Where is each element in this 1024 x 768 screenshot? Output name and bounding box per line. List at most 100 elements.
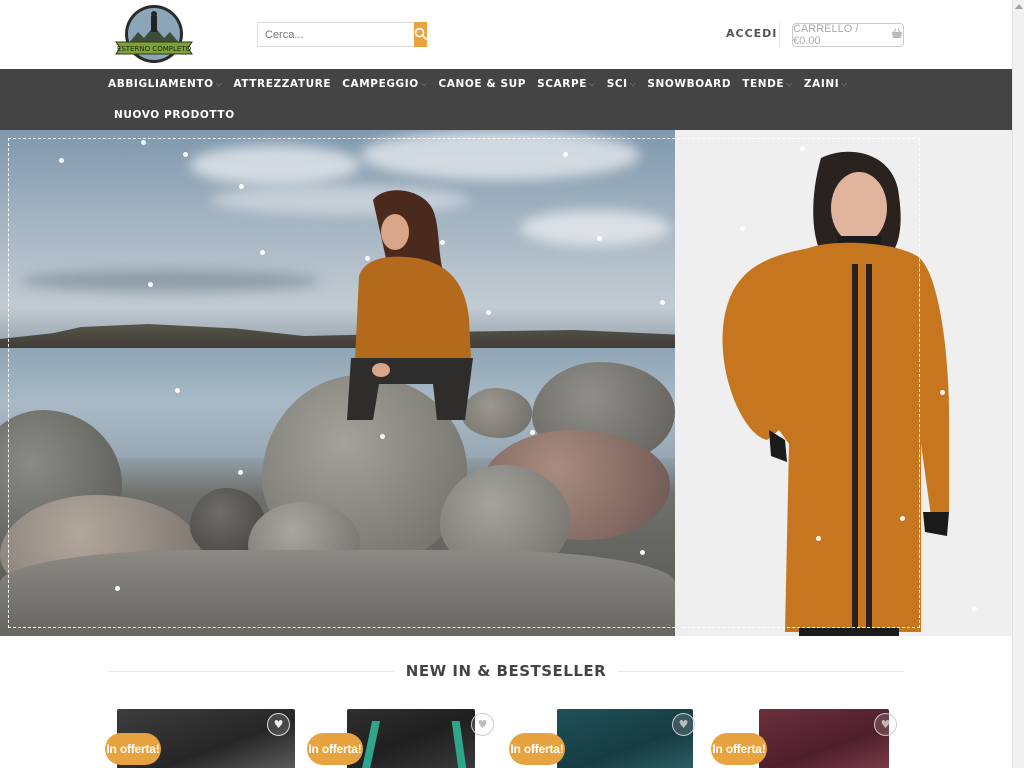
chevron-down-icon: ⌵	[629, 79, 637, 88]
nav-item-tende[interactable]: TENDE ⌵	[742, 76, 793, 92]
snowflake	[972, 606, 977, 611]
chevron-down-icon: ⌵	[786, 79, 793, 88]
search-icon	[414, 27, 427, 43]
hero-image-coast	[0, 130, 675, 636]
product-card[interactable]: ♥ In offerta!	[509, 709, 699, 768]
hero-banner[interactable]	[0, 130, 1012, 636]
cloud	[520, 210, 670, 246]
snowflake	[740, 226, 745, 231]
cart-label: CARRELLO / €0.00	[793, 23, 859, 47]
wishlist-button[interactable]: ♥	[672, 713, 695, 736]
cloud	[360, 130, 640, 180]
snowflake	[183, 152, 188, 157]
sale-badge: In offerta!	[509, 733, 565, 765]
hero-image-coat	[675, 130, 1012, 636]
snowflake	[597, 236, 602, 241]
nav-item-abbigliamento[interactable]: ABBIGLIAMENTO ⌵	[108, 76, 222, 92]
nav-item-campeggio[interactable]: CAMPEGGIO ⌵	[342, 76, 427, 92]
header-divider	[779, 20, 780, 48]
snowflake	[365, 256, 370, 261]
cloud	[190, 145, 360, 185]
chevron-down-icon: ⌵	[215, 79, 223, 88]
nav-label: TENDE	[742, 78, 785, 90]
snowflake	[238, 470, 243, 475]
heart-icon: ♥	[678, 718, 689, 731]
wishlist-button[interactable]: ♥	[471, 713, 494, 736]
nav-label: ZAINI	[803, 78, 840, 90]
nav-label: SNOWBOARD	[647, 78, 732, 90]
product-card[interactable]: ♥ In offerta!	[711, 709, 901, 768]
nav-row-2: NUOVO PRODOTTO	[114, 107, 246, 123]
basket-icon	[891, 28, 903, 42]
chevron-down-icon: ⌵	[420, 79, 428, 88]
nav-item-snowboard[interactable]: SNOWBOARD	[647, 76, 731, 92]
nav-label: ATTREZZATURE	[233, 78, 332, 90]
section-heading: NEW IN & BESTSELLER	[108, 662, 904, 680]
section-title: NEW IN & BESTSELLER	[405, 662, 607, 680]
snowflake	[440, 240, 445, 245]
snowflake	[660, 300, 665, 305]
snowflake	[115, 586, 120, 591]
nav-row-1: ABBIGLIAMENTO ⌵ ATTREZZATURE CAMPEGGIO ⌵ C…	[108, 76, 859, 92]
search-button[interactable]	[414, 22, 427, 47]
search-input[interactable]	[257, 22, 414, 47]
nav-item-sci[interactable]: SCI ⌵	[607, 76, 637, 92]
chevron-down-icon: ⌵	[841, 79, 848, 88]
snowflake	[640, 550, 645, 555]
snowflake	[380, 434, 385, 439]
sale-badge: In offerta!	[307, 733, 363, 765]
search-form	[257, 22, 427, 47]
heading-line-left	[108, 670, 394, 672]
chevron-down-icon: ⌵	[589, 79, 596, 88]
nav-item-nuovo-prodotto[interactable]: NUOVO PRODOTTO	[114, 107, 235, 123]
nav-label: SCI	[606, 78, 628, 90]
snowflake	[940, 390, 945, 395]
sale-badge: In offerta!	[105, 733, 161, 765]
heart-icon: ♥	[273, 718, 284, 731]
nav-item-attrezzature[interactable]: ATTREZZATURE	[233, 76, 331, 92]
snowflake	[800, 146, 805, 151]
page-scrollbar[interactable]	[1012, 0, 1024, 768]
nav-item-zaini[interactable]: ZAINI ⌵	[804, 76, 848, 92]
product-card[interactable]: ♥ In offerta!	[307, 709, 497, 768]
snowflake	[530, 430, 535, 435]
nav-label: CANOE & SUP	[438, 78, 527, 90]
product-image[interactable]	[759, 709, 889, 768]
cloud	[20, 270, 320, 292]
site-header: ESTERNO COMPLETO ACCEDI CARRELLO / €0.00	[0, 0, 1012, 69]
woman-in-coat	[722, 151, 949, 636]
heading-line-right	[618, 670, 904, 672]
product-card[interactable]: ♥ In offerta!	[105, 709, 295, 768]
scroll-up-arrow-icon[interactable]	[1015, 4, 1023, 9]
snowflake	[59, 158, 64, 163]
wishlist-button[interactable]: ♥	[874, 713, 897, 736]
heart-icon: ♥	[477, 718, 488, 731]
nav-label: SCARPE	[537, 78, 588, 90]
wishlist-button[interactable]: ♥	[267, 713, 290, 736]
sale-badge: In offerta!	[711, 733, 767, 765]
nav-label: ABBIGLIAMENTO	[108, 78, 214, 90]
snowflake	[900, 516, 905, 521]
cart-button[interactable]: CARRELLO / €0.00	[792, 23, 904, 47]
nav-label: NUOVO PRODOTTO	[114, 109, 235, 121]
nav-label: CAMPEGGIO	[342, 78, 419, 90]
snowflake	[260, 250, 265, 255]
snowflake	[239, 184, 244, 189]
new-in-section: NEW IN & BESTSELLER ♥ In offerta! ♥ In o…	[0, 636, 1012, 768]
foreground-rocks	[0, 550, 675, 636]
snowflake	[816, 536, 821, 541]
login-link[interactable]: ACCEDI	[726, 27, 777, 40]
site-logo[interactable]: ESTERNO COMPLETO	[114, 4, 194, 64]
nav-item-canoe-sup[interactable]: CANOE & SUP	[438, 76, 526, 92]
snowflake	[486, 310, 491, 315]
snowflake	[175, 388, 180, 393]
distant-island	[0, 324, 675, 348]
nav-item-scarpe[interactable]: SCARPE ⌵	[537, 76, 596, 92]
logo-text: ESTERNO COMPLETO	[117, 45, 192, 53]
snowflake	[563, 152, 568, 157]
heart-icon: ♥	[880, 718, 891, 731]
woman-on-rocks	[347, 190, 473, 420]
snowflake	[148, 282, 153, 287]
main-navigation: ABBIGLIAMENTO ⌵ ATTREZZATURE CAMPEGGIO ⌵ C…	[0, 69, 1012, 130]
snowflake	[141, 140, 146, 145]
